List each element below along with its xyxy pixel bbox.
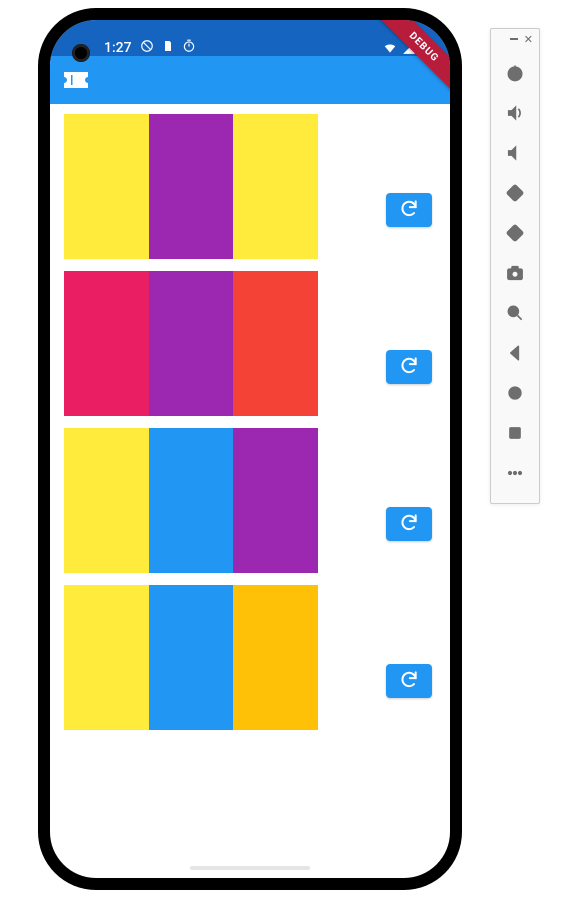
overview-icon[interactable]: [495, 413, 535, 453]
color-swatch: [64, 114, 318, 259]
volume-up-icon[interactable]: [495, 93, 535, 133]
app-bar: [50, 56, 450, 104]
content-area: [50, 104, 450, 752]
color-row: [64, 428, 436, 573]
camera-hole: [72, 44, 90, 62]
phone-frame: 1:27: [40, 10, 460, 888]
color-cell: [64, 585, 149, 730]
color-cell: [149, 114, 234, 259]
color-cell: [64, 271, 149, 416]
phone-screen: 1:27: [50, 20, 450, 878]
color-cell: [233, 428, 318, 573]
camera-icon[interactable]: [495, 253, 535, 293]
refresh-button[interactable]: [386, 193, 432, 227]
refresh-icon: [399, 198, 419, 222]
color-swatch: [64, 585, 318, 730]
color-cell: [149, 271, 234, 416]
rotate-left-icon[interactable]: [495, 173, 535, 213]
sd-card-icon: [162, 39, 174, 57]
zoom-in-icon[interactable]: [495, 293, 535, 333]
rotate-right-icon[interactable]: [495, 213, 535, 253]
ticket-icon: [64, 72, 86, 88]
color-cell: [233, 585, 318, 730]
home-icon[interactable]: [495, 373, 535, 413]
home-indicator: [190, 866, 310, 870]
color-swatch: [64, 271, 318, 416]
color-row: [64, 585, 436, 730]
refresh-button[interactable]: [386, 350, 432, 384]
color-cell: [233, 114, 318, 259]
timer-icon: [182, 39, 196, 57]
refresh-button[interactable]: [386, 507, 432, 541]
no-sim-icon: [140, 39, 154, 57]
refresh-icon: [399, 355, 419, 379]
color-cell: [64, 428, 149, 573]
color-row: [64, 271, 436, 416]
wifi-icon: [382, 41, 398, 55]
toolbar-header: ✕: [491, 29, 539, 49]
minimize-button[interactable]: [510, 38, 518, 40]
refresh-button[interactable]: [386, 664, 432, 698]
more-icon[interactable]: [495, 453, 535, 493]
power-icon[interactable]: [495, 53, 535, 93]
color-cell: [149, 428, 234, 573]
color-cell: [64, 114, 149, 259]
color-cell: [149, 585, 234, 730]
close-button[interactable]: ✕: [524, 34, 533, 45]
refresh-icon: [399, 512, 419, 536]
back-icon[interactable]: [495, 333, 535, 373]
color-row: [64, 114, 436, 259]
emulator-toolbar: ✕: [490, 28, 540, 504]
refresh-icon: [399, 669, 419, 693]
color-cell: [233, 271, 318, 416]
color-swatch: [64, 428, 318, 573]
volume-down-icon[interactable]: [495, 133, 535, 173]
status-time: 1:27: [104, 40, 132, 56]
